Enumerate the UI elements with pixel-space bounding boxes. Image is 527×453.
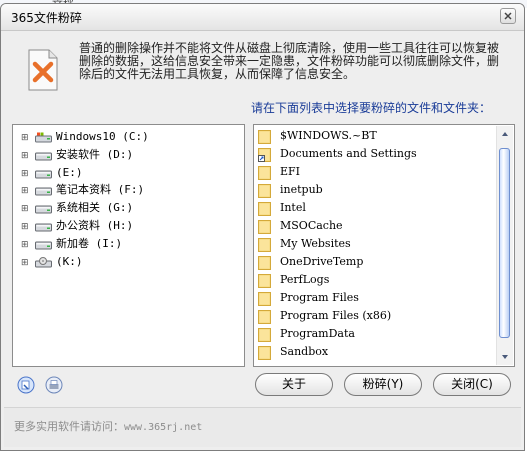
expand-icon[interactable]: ⊞	[21, 240, 29, 250]
folder-icon	[258, 346, 271, 360]
drive-label: (K:)	[56, 254, 83, 268]
expand-icon[interactable]: ⊞	[21, 222, 29, 232]
folder-icon	[258, 292, 271, 306]
file-label: Documents and Settings	[280, 147, 417, 160]
file-list-scrollbar[interactable]	[496, 126, 513, 365]
list-item[interactable]: ProgramData	[258, 325, 496, 343]
expand-icon[interactable]: ⊞	[21, 169, 29, 179]
folder-icon	[258, 166, 271, 180]
expand-icon[interactable]: ⊞	[21, 204, 29, 214]
folder-icon	[258, 256, 271, 270]
optical-drive-icon	[35, 256, 52, 268]
file-label: Sandbox	[280, 345, 329, 358]
file-label: ProgramData	[280, 327, 355, 340]
expand-icon[interactable]: ⊞	[21, 258, 29, 268]
hard-drive-icon	[35, 168, 52, 179]
list-item[interactable]: Documents and Settings	[258, 145, 496, 163]
hard-drive-icon	[35, 221, 52, 232]
drive-label: (E:)	[56, 165, 83, 179]
list-item[interactable]: My Websites	[258, 235, 496, 253]
drive-label: 系统相关 (G:)	[56, 201, 134, 215]
title-bar[interactable]: 365文件粉碎	[1, 4, 524, 31]
file-label: MSOCache	[280, 219, 343, 232]
about-button[interactable]: 关于	[255, 373, 333, 396]
hard-drive-icon	[35, 239, 52, 250]
file-label: Intel	[280, 201, 306, 214]
folder-icon	[258, 328, 271, 342]
file-list[interactable]: $WINDOWS.~BT Documents and Settings EFI ine…	[253, 124, 515, 367]
folder-icon	[258, 202, 271, 216]
file-label: Program Files (x86)	[280, 309, 392, 322]
drive-label: 办公资料 (H:)	[56, 219, 134, 232]
close-window-button[interactable]	[500, 8, 516, 24]
file-label: OneDriveTemp	[280, 255, 364, 268]
list-item[interactable]: Sandbox	[258, 343, 496, 361]
file-label: $WINDOWS.~BT	[280, 129, 377, 142]
shred-document-icon	[23, 48, 63, 92]
printer-icon[interactable]	[45, 376, 63, 394]
file-list-prompt: 请在下面列表中选择要粉碎的文件和文件夹：	[251, 101, 492, 115]
file-label: EFI	[280, 165, 301, 178]
drive-label: 安装软件 (D:)	[56, 147, 134, 161]
status-bar: 更多实用软件请访问：www.365rj.net	[4, 407, 521, 447]
settings-tool-icon[interactable]	[17, 376, 35, 394]
window-title: 365文件粉碎	[11, 11, 82, 25]
description-text: 普通的删除操作并不能将文件从磁盘上彻底清除，使用一些工具往往可以恢复被删除的数据…	[79, 41, 500, 81]
drive-tree[interactable]: ⊞ Windows10 (C:) ⊞ 安装软件 (D:) ⊞ (E:) ⊞ 笔记本资料 (F:…	[12, 124, 245, 367]
folder-icon	[258, 184, 271, 198]
list-item[interactable]: inetpub	[258, 181, 496, 199]
list-item[interactable]: Intel	[258, 199, 496, 217]
close-button[interactable]: 关闭(C)	[433, 373, 511, 396]
list-item[interactable]: MSOCache	[258, 217, 496, 235]
folder-icon	[258, 310, 271, 324]
list-item[interactable]: OneDriveTemp	[258, 253, 496, 271]
list-item[interactable]: Program Files (x86)	[258, 307, 496, 325]
hard-drive-icon	[35, 185, 52, 196]
system-drive-icon	[35, 132, 52, 143]
folder-icon	[258, 274, 271, 288]
list-item[interactable]: Program Files	[258, 289, 496, 307]
drive-label: Windows10 (C:)	[56, 130, 149, 143]
expand-icon[interactable]: ⊞	[21, 151, 29, 161]
shred-button[interactable]: 粉碎(Y)	[344, 373, 422, 396]
scroll-down-arrow-icon[interactable]	[497, 349, 513, 365]
hard-drive-icon	[35, 203, 52, 214]
list-item[interactable]: PerfLogs	[258, 271, 496, 289]
shredder-dialog: 365文件粉碎 普通的删除操作并不能将文件从磁盘上彻底清除，使用一些工具往往可以…	[0, 3, 525, 451]
file-label: PerfLogs	[280, 273, 330, 286]
website-link[interactable]: www.365rj.net	[124, 422, 202, 433]
list-item[interactable]: EFI	[258, 163, 496, 181]
file-label: inetpub	[280, 183, 323, 196]
status-label-text: 更多实用软件请访问：	[14, 420, 124, 433]
list-item[interactable]: $WINDOWS.~BT	[258, 127, 496, 145]
hard-drive-icon	[35, 150, 52, 161]
expand-icon[interactable]: ⊞	[21, 186, 29, 196]
file-label: My Websites	[280, 237, 351, 250]
drive-label: 笔记本资料 (F:)	[56, 183, 145, 197]
expand-icon[interactable]: ⊞	[21, 133, 29, 143]
folder-icon	[258, 130, 271, 144]
scroll-up-arrow-icon[interactable]	[497, 126, 513, 142]
file-label: Program Files	[280, 291, 359, 304]
status-label: 更多实用软件请访问：www.365rj.net	[14, 418, 202, 434]
folder-icon	[258, 220, 271, 234]
folder-icon	[258, 238, 271, 252]
scrollbar-thumb[interactable]	[499, 148, 510, 338]
close-icon	[504, 12, 512, 20]
shortcut-folder-icon	[258, 148, 271, 162]
drive-label: 新加卷 (I:)	[56, 236, 123, 250]
